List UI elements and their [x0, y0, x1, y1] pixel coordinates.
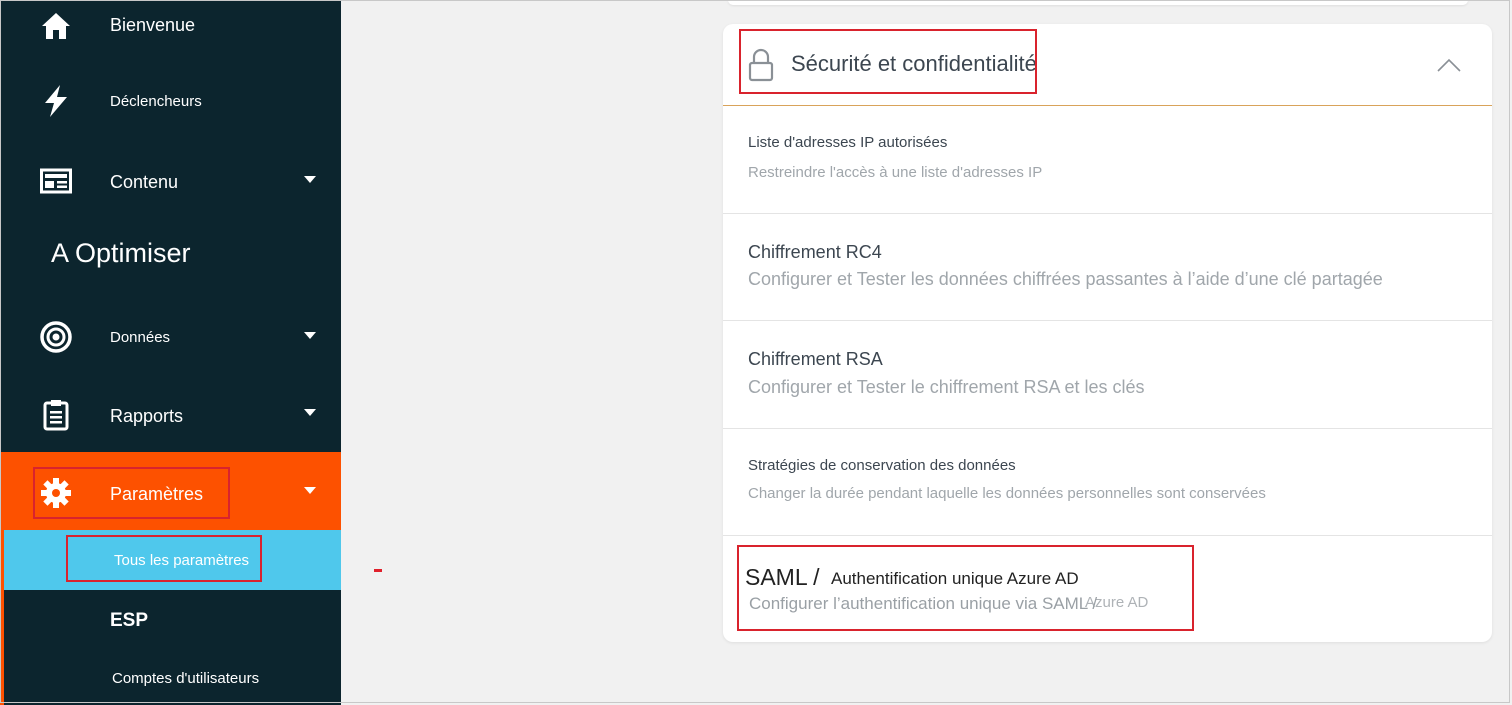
setting-row-rc4[interactable]: Chiffrement RC4 Configurer et Tester les…	[723, 214, 1492, 321]
sidebar-item-label: Données	[110, 329, 171, 346]
setting-row-subtitle: Changer la durée pendant laquelle les do…	[748, 485, 1266, 502]
panel-above-edge	[728, 0, 1468, 5]
gear-icon	[37, 474, 75, 512]
sidebar-item-label: Bienvenue	[110, 15, 196, 35]
sidebar-item-label: Rapports	[110, 406, 184, 426]
setting-row-title: Chiffrement RSA	[748, 349, 883, 369]
newspaper-icon	[37, 162, 75, 200]
home-icon	[37, 7, 75, 45]
setting-row-title: Chiffrement RC4	[748, 242, 882, 262]
lightning-icon	[37, 82, 75, 120]
setting-row-subtitle: Configurer l’authentification unique via…	[749, 594, 1098, 613]
setting-row-saml-azure-ad[interactable]: SAML / Authentification unique Azure AD …	[723, 536, 1492, 642]
setting-row-title: Liste d'adresses IP autorisées	[748, 134, 948, 151]
sidebar-subitem-comptes-utilisateurs[interactable]: Comptes d'utilisateurs	[4, 668, 341, 692]
chevron-up-icon[interactable]	[1437, 58, 1461, 72]
sidebar-subitem-esp[interactable]: ESP	[4, 608, 341, 638]
saml-prefix: SAML /	[745, 564, 820, 590]
sidebar-item-label: Déclencheurs	[110, 93, 202, 110]
sidebar-item-donnees[interactable]: Données	[0, 314, 341, 360]
setting-row-rsa[interactable]: Chiffrement RSA Configurer et Tester le …	[723, 321, 1492, 429]
setting-row-title: Authentification unique Azure AD	[831, 569, 1079, 588]
sidebar-subitem-tous-les-parametres[interactable]: Tous les paramètres	[4, 530, 341, 590]
setting-row-subtitle: Restreindre l'accès à une liste d'adress…	[748, 164, 1043, 181]
sidebar-item-declencheurs[interactable]: Déclencheurs	[0, 78, 341, 128]
chevron-down-icon	[304, 332, 316, 339]
sidebar: Bienvenue Déclencheurs Contenu A Optimis…	[0, 0, 341, 705]
setting-row-subtitle: Configurer et Tester le chiffrement RSA …	[748, 377, 1145, 397]
panel-title: Sécurité et confidentialité	[791, 51, 1037, 76]
sidebar-item-label: Paramètres	[110, 484, 204, 504]
sidebar-subitem-label: Comptes d'utilisateurs	[112, 670, 260, 687]
sidebar-item-label: Contenu	[110, 172, 179, 192]
security-panel: Sécurité et confidentialité Liste d'adre…	[723, 24, 1492, 642]
sidebar-item-contenu[interactable]: Contenu	[0, 158, 341, 204]
chevron-down-icon	[304, 487, 316, 494]
setting-row-ip-allowlist[interactable]: Liste d'adresses IP autorisées Restreind…	[723, 106, 1492, 214]
sidebar-item-bienvenue[interactable]: Bienvenue	[0, 0, 341, 52]
clipboard-icon	[37, 396, 75, 434]
section-title: A Optimiser	[51, 238, 191, 268]
target-icon	[37, 318, 75, 356]
chevron-down-icon	[304, 409, 316, 416]
security-panel-header[interactable]: Sécurité et confidentialité	[723, 24, 1492, 106]
sidebar-subitem-label: ESP	[110, 610, 149, 631]
annotation-mark	[374, 569, 382, 572]
chevron-down-icon	[304, 176, 316, 183]
sidebar-item-rapports[interactable]: Rapports	[0, 392, 341, 438]
setting-row-subtitle-overlap: Azure AD	[1085, 594, 1149, 611]
sidebar-subitem-label: Tous les paramètres	[114, 552, 250, 569]
lock-icon	[748, 48, 774, 82]
sidebar-item-parametres[interactable]: Paramètres	[0, 452, 341, 530]
setting-row-subtitle: Configurer et Tester les données chiffré…	[748, 269, 1383, 289]
setting-row-title: Stratégies de conservation des données	[748, 457, 1016, 474]
setting-row-data-retention[interactable]: Stratégies de conservation des données C…	[723, 429, 1492, 536]
